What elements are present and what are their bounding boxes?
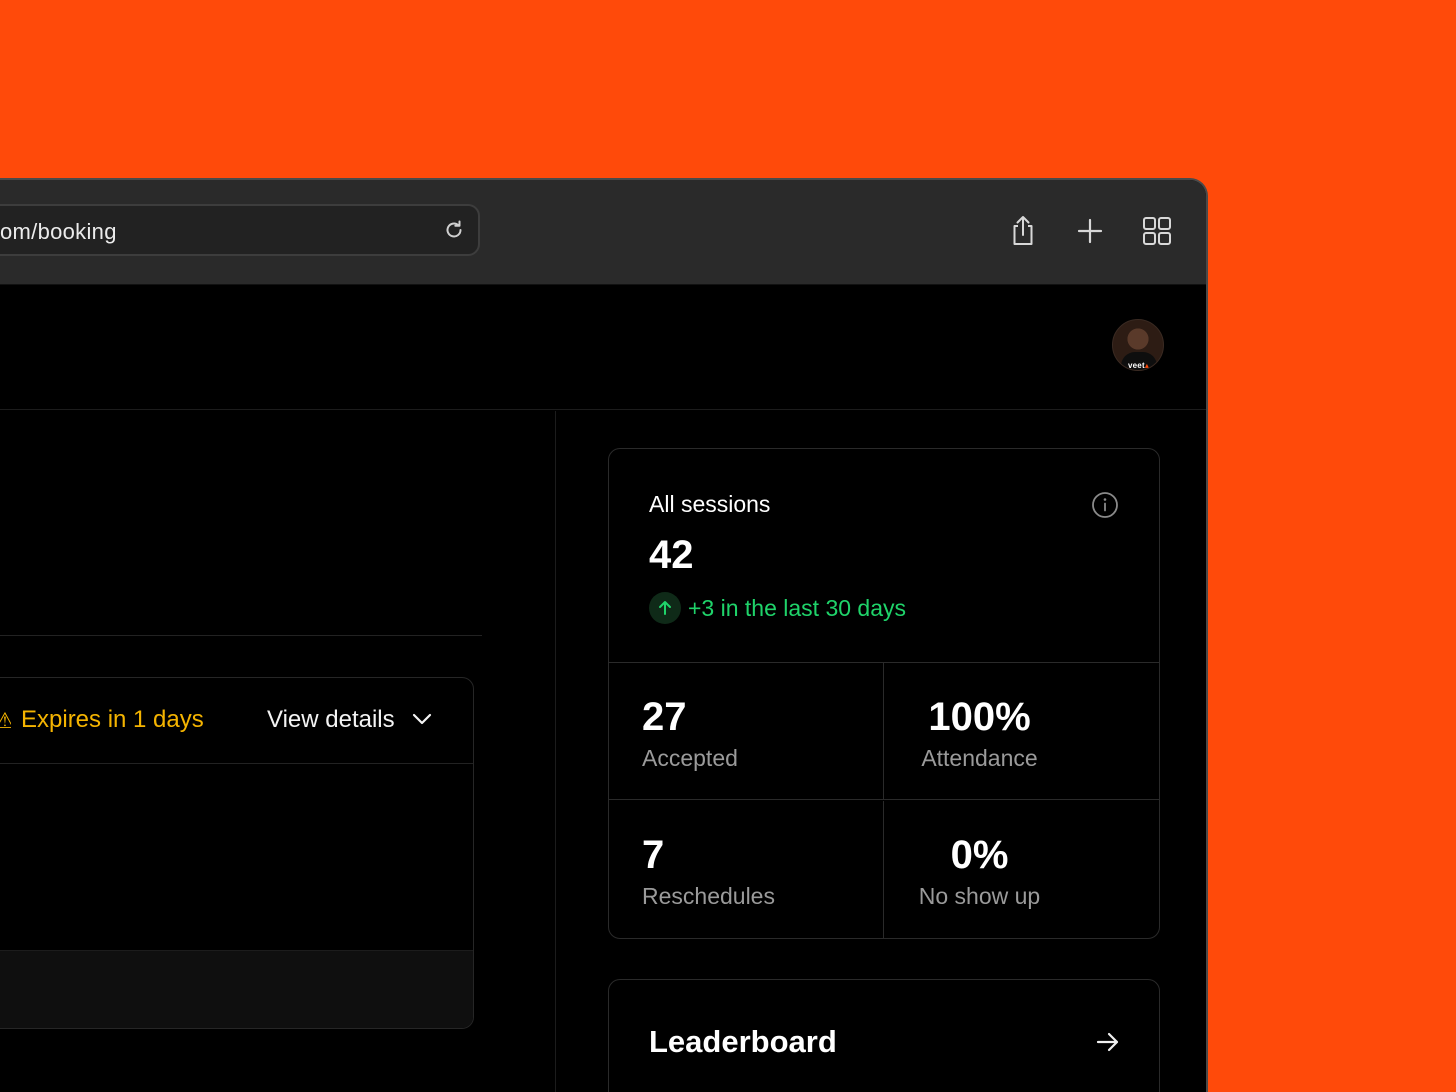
stat-label: No show up (918, 883, 1041, 909)
leaderboard-card[interactable]: Leaderboard (608, 979, 1160, 1092)
section-divider (0, 635, 482, 636)
stat-label: Accepted (642, 745, 738, 771)
avatar-logo: veet▴ (1128, 361, 1150, 370)
browser-toolbar: om/booking (0, 180, 1206, 285)
stat-reschedules: 7 Reschedules (609, 801, 884, 938)
expires-text: Expires in 1 days (21, 706, 204, 733)
tab-overview-icon[interactable] (1140, 214, 1174, 248)
sessions-trend: +3 in the last 30 days (649, 592, 906, 624)
stat-label: Attendance (921, 745, 1038, 771)
stat-value: 0% (950, 833, 1009, 877)
booking-card-header: ⚠ Expires in 1 days View details (0, 678, 473, 764)
chevron-down-icon[interactable] (411, 712, 433, 726)
stat-value: 27 (642, 695, 687, 739)
stat-no-show: 0% No show up (884, 801, 1159, 938)
booking-card: ⚠ Expires in 1 days View details (0, 677, 474, 1029)
browser-window: om/booking veet▴ ⚠ Expi (0, 178, 1208, 1092)
arrow-right-icon[interactable] (1095, 1030, 1121, 1054)
address-bar[interactable]: om/booking (0, 204, 480, 256)
booking-card-footer (0, 950, 473, 1028)
avatar[interactable]: veet▴ (1112, 319, 1164, 371)
stat-attendance: 100% Attendance (884, 663, 1159, 800)
warning-icon: ⚠ (0, 708, 11, 732)
arrow-up-icon (649, 592, 681, 624)
share-icon[interactable] (1006, 214, 1040, 248)
trend-text: +3 in the last 30 days (688, 594, 907, 621)
reload-icon[interactable] (442, 218, 466, 242)
stat-value: 100% (928, 695, 1031, 739)
leaderboard-title: Leaderboard (649, 1024, 837, 1059)
column-divider (555, 411, 556, 1092)
url-text[interactable]: om/booking (0, 219, 117, 245)
sessions-title: All sessions (649, 491, 771, 517)
info-icon[interactable] (1091, 491, 1119, 519)
sessions-stats-card: All sessions 42 +3 in the last 30 days 2… (608, 448, 1160, 939)
sessions-summary: All sessions 42 +3 in the last 30 days (609, 449, 1159, 663)
stat-accepted: 27 Accepted (609, 663, 884, 800)
page-header: veet▴ (0, 286, 1206, 410)
stat-label: Reschedules (642, 883, 775, 909)
stat-value: 7 (642, 833, 665, 877)
sessions-total: 42 (649, 533, 694, 577)
new-tab-icon[interactable] (1073, 214, 1107, 248)
view-details-button[interactable]: View details (267, 706, 395, 734)
avatar-logo-text: veet (1128, 361, 1145, 370)
